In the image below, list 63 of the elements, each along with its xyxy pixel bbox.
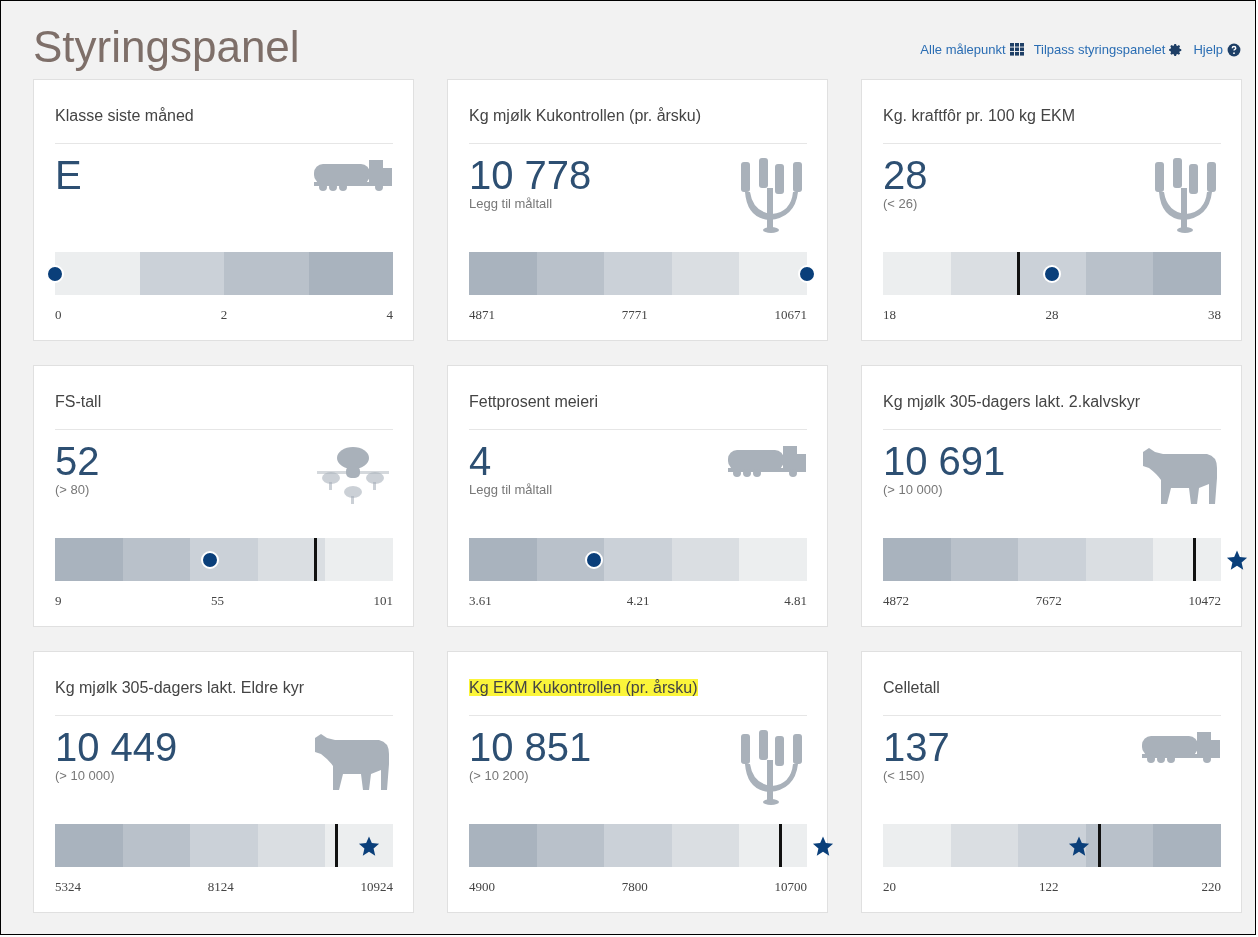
target-note: Legg til måltall	[469, 482, 553, 497]
help-icon	[1227, 42, 1241, 57]
tick-label: 2	[220, 307, 228, 323]
metric-value: 52	[55, 440, 100, 482]
page-title: Styringspanel	[33, 25, 300, 69]
target-note: (< 150)	[883, 768, 925, 783]
tick-label: 10924	[360, 879, 393, 895]
tick-label: 4900	[469, 879, 495, 895]
metric-value: 10 691	[883, 440, 1006, 482]
card-title: FS-tall	[55, 393, 102, 410]
metric-value: 10 449	[55, 726, 178, 768]
card-title: Celletall	[883, 679, 940, 696]
header-link[interactable]: Hjelp	[1193, 42, 1241, 57]
card-title: Fettprosent meieri	[469, 393, 598, 410]
tick-label: 4.81	[784, 593, 807, 609]
tick-label: 3.61	[469, 593, 492, 609]
card-title: Kg. kraftfôr pr. 100 kg EKM	[883, 107, 1076, 124]
tick-label: 101	[373, 593, 393, 609]
grid-icon	[1009, 43, 1024, 56]
metric-value: 10 851	[469, 726, 592, 768]
header-link[interactable]: Alle målepunkt	[920, 42, 1024, 57]
tick-label: 7771	[621, 307, 648, 323]
tanker-truck-icon	[727, 444, 807, 478]
card-title: Kg mjølk 305-dagers lakt. Eldre kyr	[55, 679, 304, 696]
tick-label: 4.21	[626, 593, 650, 609]
target-note: (> 10 000)	[55, 768, 115, 783]
target-note: (> 10 000)	[883, 482, 943, 497]
tick-label: 220	[1201, 879, 1221, 895]
target-note: Legg til måltall	[469, 196, 553, 211]
metric-value: 10 778	[469, 154, 592, 196]
tick-label: 122	[1039, 879, 1059, 895]
tanker-truck-icon	[313, 158, 393, 192]
target-note: (> 80)	[55, 482, 90, 497]
tick-label: 5324	[55, 879, 81, 895]
tick-label: 18	[883, 307, 896, 323]
metric-value: 28	[883, 154, 928, 196]
settings-icon	[1169, 42, 1184, 57]
tick-label: 8124	[207, 879, 234, 895]
tick-label: 7800	[621, 879, 648, 895]
tick-label: 10671	[774, 307, 807, 323]
tick-label: 10472	[1188, 593, 1221, 609]
tick-label: 10700	[774, 879, 807, 895]
metric-value: E	[55, 154, 82, 196]
card-title: Klasse siste måned	[55, 107, 194, 124]
tick-label: 20	[883, 879, 896, 895]
tick-label: 55	[211, 593, 224, 609]
card-title: Kg mjølk Kukontrollen (pr. årsku)	[469, 107, 702, 124]
target-note: (> 10 200)	[469, 768, 529, 783]
card-title: Kg mjølk 305-dagers lakt. 2.kalvskyr	[883, 393, 1140, 410]
tick-label: 4872	[883, 593, 909, 609]
header-link[interactable]: Tilpass styringspanelet	[1033, 42, 1184, 57]
target-note: (< 26)	[883, 196, 918, 211]
tick-label: 4	[386, 307, 393, 323]
tanker-truck-icon	[1141, 730, 1221, 764]
tick-label: 38	[1208, 307, 1221, 323]
tick-label: 9	[55, 593, 62, 609]
metric-value: 137	[883, 726, 950, 768]
card-title: Kg EKM Kukontrollen (pr. årsku)	[469, 679, 698, 696]
tick-label: 7672	[1035, 593, 1062, 609]
metric-value: 4	[469, 440, 492, 482]
tick-label: 4871	[469, 307, 495, 323]
tick-label: 0	[55, 307, 62, 323]
tick-label: 28	[1045, 307, 1059, 323]
